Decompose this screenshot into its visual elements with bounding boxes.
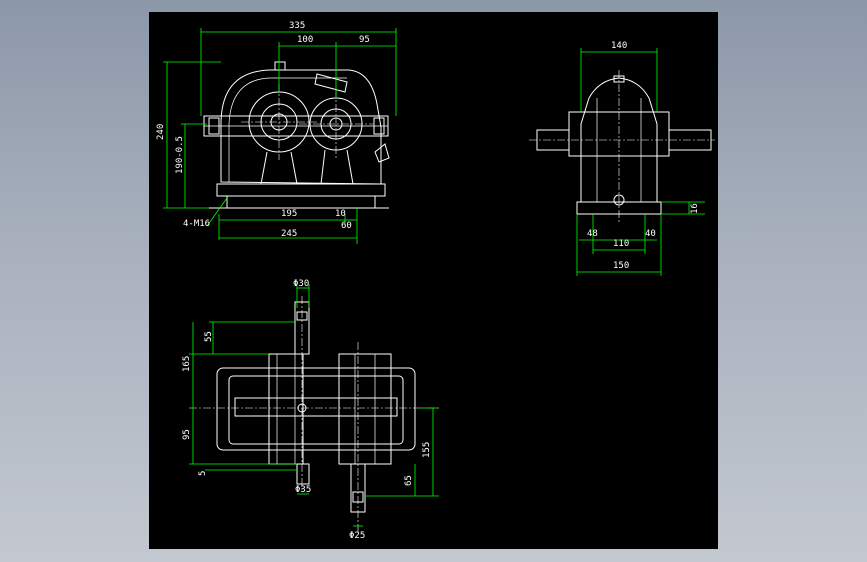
dim-left-foot: 48 xyxy=(587,229,598,239)
cad-viewport[interactable]: 335 100 95 240 190-0.5 195 10 60 245 4-M… xyxy=(0,0,867,562)
dim-output-shaft-dia-2: Φ25 xyxy=(349,531,365,541)
dim-output-extent: 155 xyxy=(422,442,432,458)
label-bolts: 4-M16 xyxy=(183,219,210,229)
drawing-sheet: 335 100 95 240 190-0.5 195 10 60 245 4-M… xyxy=(149,12,718,549)
dim-lower-extent: 95 xyxy=(182,429,192,440)
dim-input-shaft-len: 55 xyxy=(204,331,214,342)
dim-top-width: 140 xyxy=(611,41,627,51)
dim-base-length: 245 xyxy=(281,229,297,239)
dim-base-thickness: 16 xyxy=(690,203,700,214)
dim-right-foot: 40 xyxy=(645,229,656,239)
dim-height: 240 xyxy=(156,124,166,140)
dim-overall-width: 335 xyxy=(289,21,305,31)
dim-base-width: 150 xyxy=(613,261,629,271)
dim-output-shaft-dia-1: Φ35 xyxy=(295,485,311,495)
dim-shaft-height: 190-0.5 xyxy=(175,136,185,174)
dim-bolt-spacing: 110 xyxy=(613,239,629,249)
dim-center-left: 100 xyxy=(297,35,313,45)
dim-input-shaft-dia: Φ30 xyxy=(293,279,309,289)
side-view: 140 16 48 40 110 150 xyxy=(529,41,715,276)
top-view: Φ30 55 165 95 5 155 65 Φ35 Φ25 xyxy=(182,279,439,541)
dim-center-right: 95 xyxy=(359,35,370,45)
dim-foot-gap: 10 xyxy=(335,209,346,219)
dim-small-offset: 5 xyxy=(198,471,208,476)
gearbox-drawing: 335 100 95 240 190-0.5 195 10 60 245 4-M… xyxy=(156,21,715,541)
dim-foot-offset: 60 xyxy=(341,221,352,231)
dim-output-shaft-len: 65 xyxy=(404,475,414,486)
front-view: 335 100 95 240 190-0.5 195 10 60 245 4-M… xyxy=(156,21,397,244)
dim-foot-bolt-spacing: 195 xyxy=(281,209,297,219)
dim-input-extent: 165 xyxy=(182,356,192,372)
